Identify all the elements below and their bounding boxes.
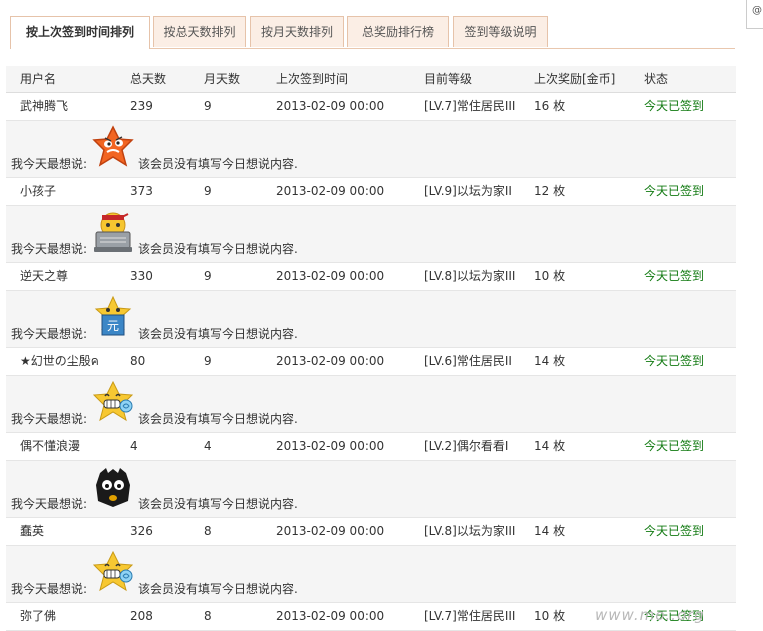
user-level: [LV.9]以坛为家II	[424, 184, 512, 198]
month-days: 9	[204, 184, 212, 198]
message-text: 该会员没有填写今日想说内容.	[138, 327, 298, 341]
laptop-smiley-icon	[92, 210, 134, 254]
tab-level-description[interactable]: 签到等级说明	[453, 16, 548, 47]
table-row: 小孩子 373 9 2013-02-09 00:00 [LV.9]以坛为家II …	[6, 178, 736, 206]
header-status: 状态	[644, 72, 669, 86]
message-row: 我今天最想说: 该会员没有填写今日想说内容.	[6, 461, 736, 518]
table-row: ★幻世の尘殷ค 80 9 2013-02-09 00:00 [LV.6]常住居民…	[6, 348, 736, 376]
angry-star-icon	[92, 125, 134, 169]
month-days: 9	[204, 269, 212, 283]
corner-widget[interactable]: @	[746, 0, 763, 29]
last-signin-time: 2013-02-09 00:00	[276, 269, 385, 283]
message-label: 我今天最想说:	[11, 157, 88, 171]
tab-sort-month-days[interactable]: 按月天数排列	[250, 16, 344, 47]
signin-status: 今天已签到	[644, 439, 705, 453]
last-signin-time: 2013-02-09 00:00	[276, 609, 385, 623]
tab-bar: 按上次签到时间排列 按总天数排列 按月天数排列 总奖励排行榜 签到等级说明	[10, 16, 735, 49]
message-row: 我今天最想说: 该会员没有填写今日想说内容.	[6, 121, 736, 178]
user-level: [LV.6]常住居民II	[424, 354, 512, 368]
last-signin-time: 2013-02-09 00:00	[276, 184, 385, 198]
message-row: 我今天最想说: 该会员没有填写今日想说内容.	[6, 376, 736, 433]
total-days: 208	[130, 609, 153, 623]
last-signin-time: 2013-02-09 00:00	[276, 99, 385, 113]
candy-star-icon	[92, 380, 134, 424]
month-days: 9	[204, 354, 212, 368]
message-label: 我今天最想说:	[11, 497, 88, 511]
message-text: 该会员没有填写今日想说内容.	[138, 157, 298, 171]
message-text: 该会员没有填写今日想说内容.	[138, 242, 298, 256]
header-last-signin: 上次签到时间	[276, 72, 349, 86]
money-star-icon	[92, 295, 134, 339]
username-link[interactable]: 逆天之尊	[20, 263, 68, 290]
username-link[interactable]: 武神腾飞	[20, 93, 68, 120]
total-days: 4	[130, 439, 138, 453]
total-days: 80	[130, 354, 146, 368]
header-month-days: 月天数	[204, 72, 241, 86]
month-days: 8	[204, 524, 212, 538]
username-link[interactable]: 蠢英	[20, 518, 44, 545]
total-days: 330	[130, 269, 153, 283]
user-level: [LV.8]以坛为家III	[424, 269, 516, 283]
last-signin-time: 2013-02-09 00:00	[276, 524, 385, 538]
user-level: [LV.8]以坛为家III	[424, 524, 516, 538]
month-days: 8	[204, 609, 212, 623]
message-label: 我今天最想说:	[11, 242, 88, 256]
corner-icon: @	[752, 5, 762, 16]
table-header: 用户名 总天数 月天数 上次签到时间 目前等级 上次奖励[金币] 状态	[6, 66, 736, 93]
header-reward: 上次奖励[金币]	[534, 72, 616, 86]
table-row: 逆天之尊 330 9 2013-02-09 00:00 [LV.8]以坛为家II…	[6, 263, 736, 291]
username-link[interactable]: 小孩子	[20, 178, 56, 205]
user-level: [LV.7]常住居民III	[424, 99, 516, 113]
last-reward: 14 枚	[534, 439, 566, 453]
dark-face-icon	[92, 465, 134, 509]
table-row: 武神腾飞 239 9 2013-02-09 00:00 [LV.7]常住居民II…	[6, 93, 736, 121]
candy-star-icon	[92, 550, 134, 594]
total-days: 326	[130, 524, 153, 538]
message-text: 该会员没有填写今日想说内容.	[138, 497, 298, 511]
month-days: 4	[204, 439, 212, 453]
tab-sort-last-signin[interactable]: 按上次签到时间排列	[10, 16, 150, 49]
message-label: 我今天最想说:	[11, 327, 88, 341]
username-link[interactable]: 弥了佛	[20, 603, 56, 630]
username-link[interactable]: ★幻世の尘殷ค	[20, 348, 99, 375]
message-label: 我今天最想说:	[11, 582, 88, 596]
header-level: 目前等级	[424, 72, 473, 86]
month-days: 9	[204, 99, 212, 113]
last-reward: 16 枚	[534, 99, 566, 113]
last-signin-time: 2013-02-09 00:00	[276, 439, 385, 453]
total-days: 373	[130, 184, 153, 198]
message-row: 我今天最想说: 该会员没有填写今日想说内容.	[6, 546, 736, 603]
tab-sort-total-days[interactable]: 按总天数排列	[153, 16, 246, 47]
last-reward: 10 枚	[534, 609, 566, 623]
signin-status: 今天已签到	[644, 354, 705, 368]
signin-status: 今天已签到	[644, 524, 705, 538]
user-level: [LV.7]常住居民III	[424, 609, 516, 623]
message-text: 该会员没有填写今日想说内容.	[138, 412, 298, 426]
signin-status: 今天已签到	[644, 99, 705, 113]
watermark: www.mo..org	[595, 606, 705, 624]
signin-status: 今天已签到	[644, 269, 705, 283]
last-reward: 10 枚	[534, 269, 566, 283]
username-link[interactable]: 偶不懂浪漫	[20, 433, 80, 460]
message-row: 我今天最想说: 该会员没有填写今日想说内容.	[6, 291, 736, 348]
tab-reward-ranking[interactable]: 总奖励排行榜	[347, 16, 449, 47]
last-reward: 14 枚	[534, 354, 566, 368]
message-text: 该会员没有填写今日想说内容.	[138, 582, 298, 596]
header-total-days: 总天数	[130, 72, 167, 86]
message-label: 我今天最想说:	[11, 412, 88, 426]
last-reward: 14 枚	[534, 524, 566, 538]
last-reward: 12 枚	[534, 184, 566, 198]
header-username: 用户名	[20, 72, 57, 86]
message-row: 我今天最想说: 该会员没有填写今日想说内容.	[6, 206, 736, 263]
signin-table: 用户名 总天数 月天数 上次签到时间 目前等级 上次奖励[金币] 状态 武神腾飞…	[6, 66, 736, 631]
last-signin-time: 2013-02-09 00:00	[276, 354, 385, 368]
signin-status: 今天已签到	[644, 184, 705, 198]
user-level: [LV.2]偶尔看看I	[424, 439, 509, 453]
table-row: 蠢英 326 8 2013-02-09 00:00 [LV.8]以坛为家III …	[6, 518, 736, 546]
table-row: 偶不懂浪漫 4 4 2013-02-09 00:00 [LV.2]偶尔看看I 1…	[6, 433, 736, 461]
total-days: 239	[130, 99, 153, 113]
